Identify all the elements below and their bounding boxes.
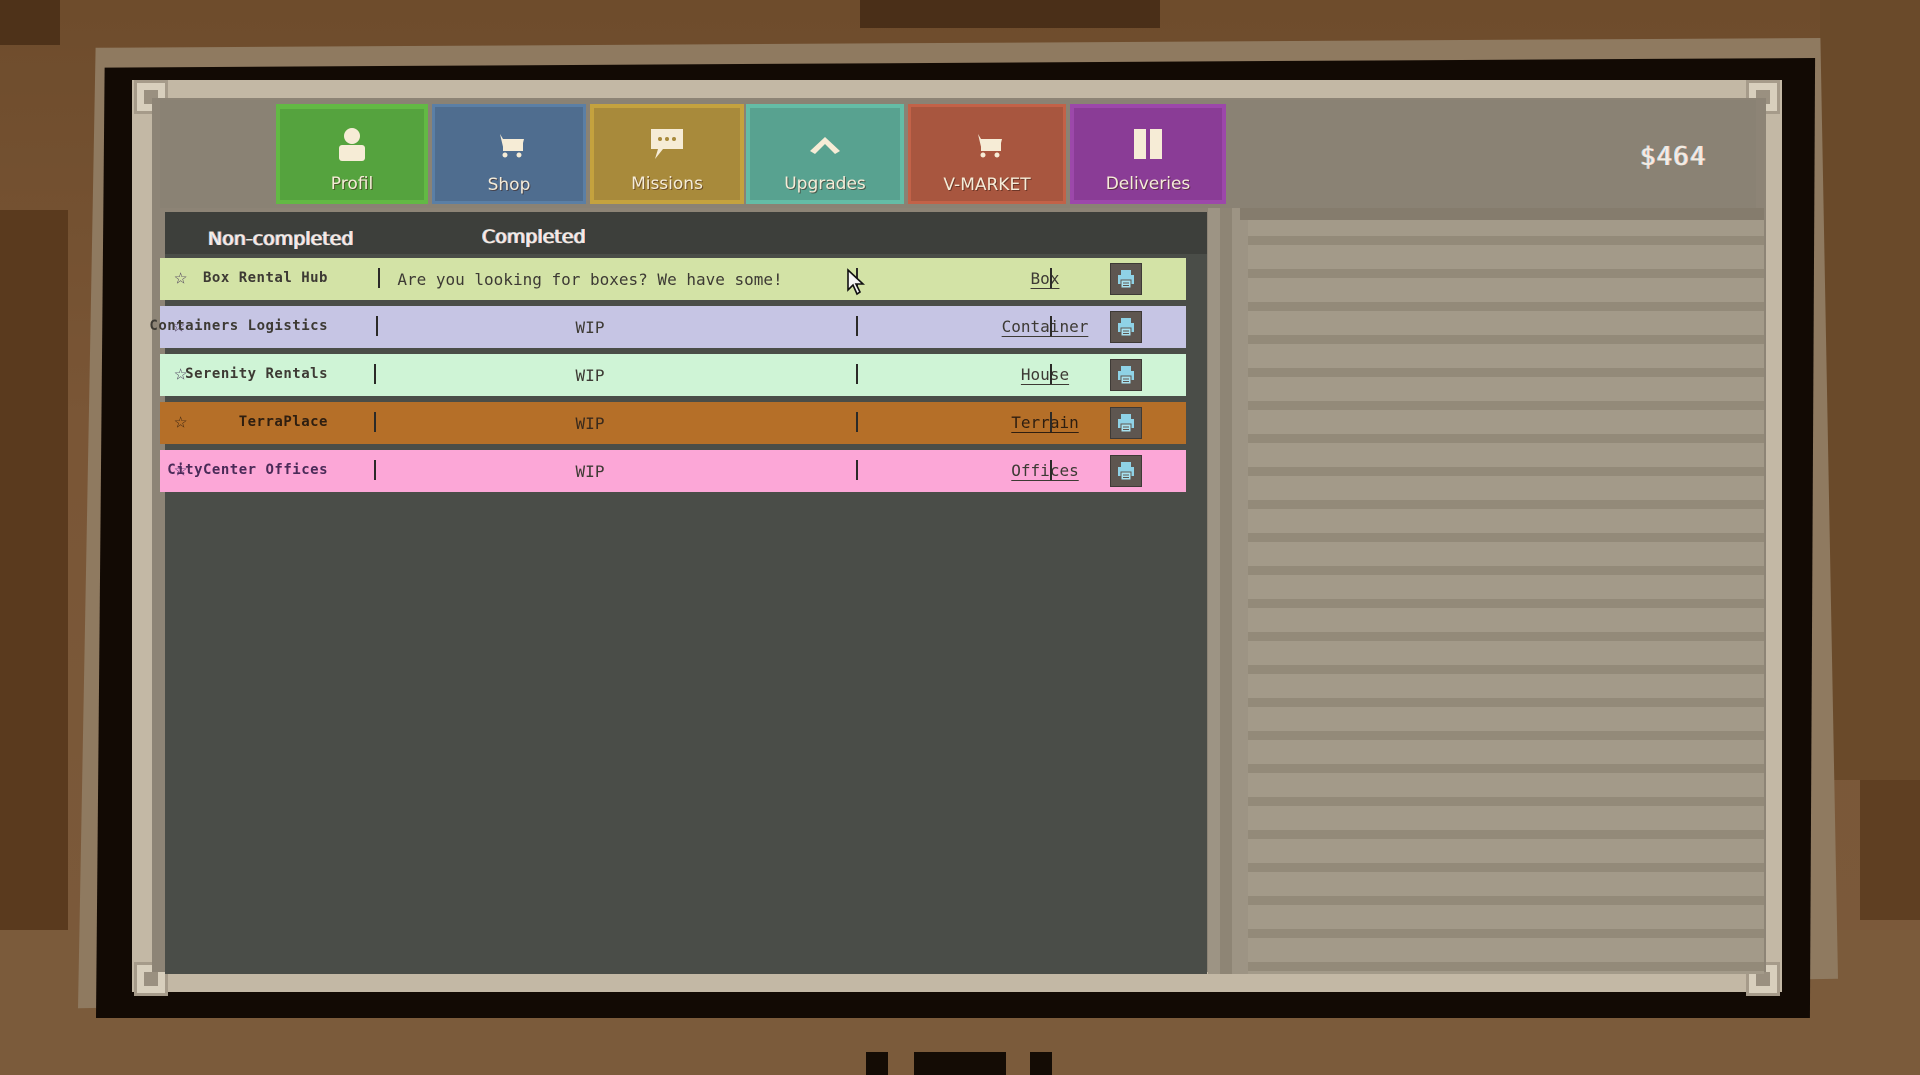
- mission-row[interactable]: ☆ CityCenter Offices WIP Offices: [160, 450, 1186, 492]
- mission-row[interactable]: ☆ Containers Logistics WIP Container: [149, 306, 1186, 348]
- money-balance: $464: [1640, 142, 1707, 172]
- tab-deliveries[interactable]: Deliveries: [1070, 104, 1226, 204]
- separator: [856, 460, 858, 480]
- separator: [374, 412, 376, 432]
- monitor-stand: [914, 1052, 1006, 1075]
- separator: [374, 364, 376, 384]
- printer-icon: [1118, 414, 1134, 433]
- separator: [1050, 316, 1052, 336]
- mission-row[interactable]: ☆ Box Rental Hub Are you looking for box…: [160, 258, 1186, 300]
- separator: [1050, 268, 1052, 288]
- mission-description: WIP: [575, 414, 605, 433]
- shopping-cart-icon: [967, 125, 1007, 165]
- person-icon: [332, 124, 372, 164]
- separator: [376, 316, 378, 336]
- background-block: [0, 210, 68, 930]
- tab-upgrades[interactable]: Upgrades: [746, 104, 904, 204]
- background-block: [1820, 0, 1920, 780]
- separator: [856, 412, 858, 432]
- tab-label: Deliveries: [1105, 174, 1191, 194]
- mission-name: CityCenter Offices: [167, 462, 328, 478]
- mission-description: WIP: [575, 318, 605, 337]
- monitor-stand: [866, 1052, 888, 1075]
- mission-name: Box Rental Hub: [202, 270, 328, 286]
- print-button[interactable]: [1110, 263, 1142, 295]
- background-block: [860, 0, 1160, 28]
- tab-label: Upgrades: [784, 174, 866, 194]
- detail-panel: [1248, 212, 1764, 974]
- mission-description: WIP: [575, 366, 605, 385]
- tab-v-market[interactable]: V-MARKET: [908, 104, 1066, 204]
- book-icon: [1128, 124, 1168, 164]
- star-icon[interactable]: ☆: [174, 410, 187, 434]
- star-icon[interactable]: ☆: [174, 266, 187, 290]
- tab-label: Shop: [487, 175, 531, 195]
- printer-icon: [1118, 318, 1134, 337]
- tab-label: V-MARKET: [943, 175, 1031, 195]
- mission-name: Serenity Rentals: [185, 366, 328, 382]
- printer-icon: [1118, 462, 1134, 481]
- printer-icon: [1118, 270, 1134, 289]
- tab-non-completed[interactable]: Non-completed: [208, 228, 354, 250]
- chevron-up-icon: [805, 124, 845, 164]
- mission-description: WIP: [575, 462, 605, 481]
- print-button[interactable]: [1110, 359, 1142, 391]
- chat-bubble-icon: [647, 124, 687, 164]
- separator: [856, 316, 858, 336]
- detail-panel-top: [1240, 208, 1764, 220]
- tab-missions[interactable]: Missions: [590, 104, 744, 204]
- separator: [378, 268, 380, 288]
- tab-label: Missions: [631, 174, 703, 194]
- background-block: [1860, 780, 1920, 920]
- separator: [1050, 364, 1052, 384]
- separator: [856, 364, 858, 384]
- separator: [374, 460, 376, 480]
- separator: [1050, 412, 1052, 432]
- print-button[interactable]: [1110, 311, 1142, 343]
- mission-name: TerraPlace: [238, 414, 328, 430]
- background-block: [0, 0, 60, 45]
- print-button[interactable]: [1110, 455, 1142, 487]
- mission-name: Containers Logistics: [149, 318, 328, 334]
- panel-divider-shade: [1220, 208, 1232, 974]
- separator: [1050, 460, 1052, 480]
- tab-completed[interactable]: Completed: [482, 226, 586, 248]
- mission-row[interactable]: ☆ TerraPlace WIP Terrain: [160, 402, 1186, 444]
- tab-label: Profil: [330, 174, 374, 194]
- print-button[interactable]: [1110, 407, 1142, 439]
- mission-row[interactable]: ☆ Serenity Rentals WIP House: [160, 354, 1186, 396]
- shopping-cart-icon: [489, 125, 529, 165]
- printer-icon: [1118, 366, 1134, 385]
- tab-shop[interactable]: Shop: [432, 104, 586, 204]
- monitor-stand: [1030, 1052, 1052, 1075]
- mission-description: Are you looking for boxes? We have some!: [397, 270, 783, 289]
- mouse-cursor-icon: [847, 268, 866, 296]
- tab-profil[interactable]: Profil: [276, 104, 428, 204]
